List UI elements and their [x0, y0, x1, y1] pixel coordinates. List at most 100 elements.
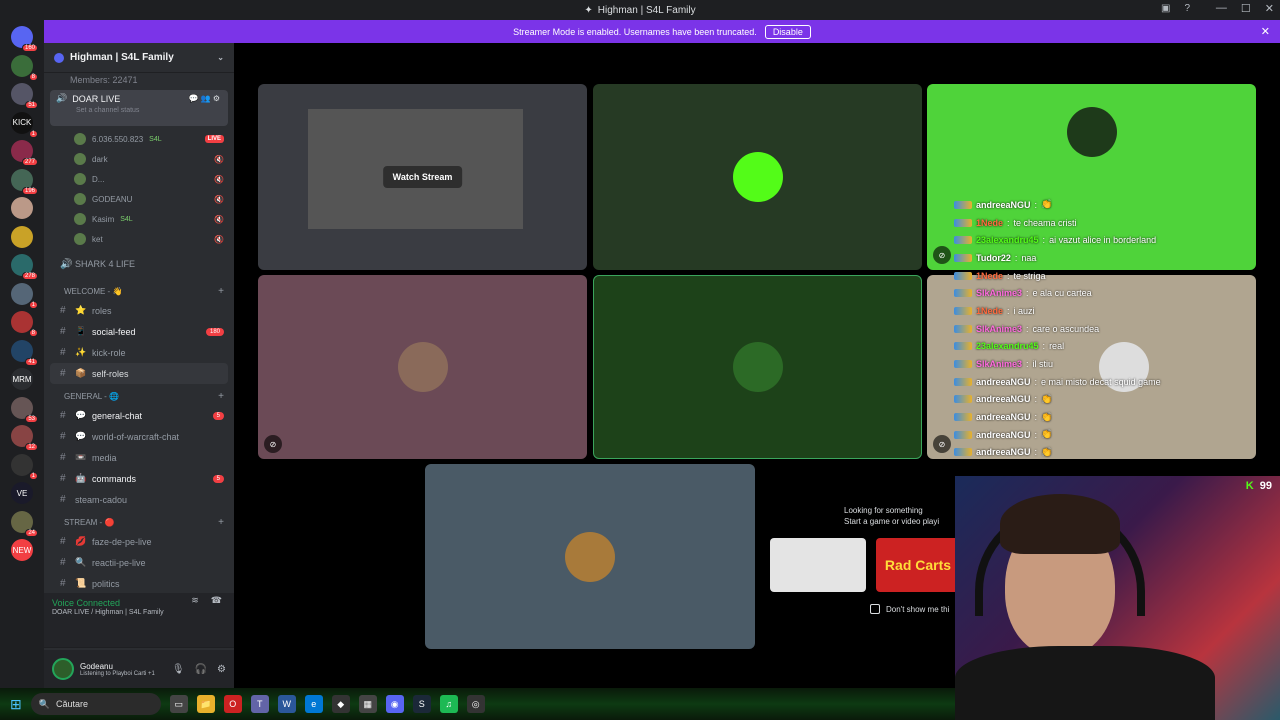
teams-icon[interactable]: T [250, 695, 269, 713]
voice-user[interactable]: Kasim S4L 🔇 [44, 209, 234, 229]
banner-text: Streamer Mode is enabled. Usernames have… [513, 26, 757, 37]
channel-media[interactable]: # 📼 media [44, 447, 234, 468]
channel-commands[interactable]: # 🤖 commands 5 [44, 468, 234, 489]
noise-suppression-icon[interactable]: ≋ [191, 595, 199, 606]
add-channel-icon[interactable]: + [218, 391, 224, 402]
channel-kick-role[interactable]: # ✨ kick-role [44, 342, 234, 363]
app-icon[interactable]: ◎ [466, 695, 485, 713]
store-icon[interactable]: ▦ [358, 695, 377, 713]
gear-icon[interactable]: ⚙ [217, 664, 226, 675]
server-icon[interactable] [11, 197, 33, 219]
voice-user[interactable]: dark 🔇 [44, 149, 234, 169]
steam-icon[interactable]: S [412, 695, 431, 713]
server-icon[interactable]: 277 [11, 140, 38, 166]
server-icon[interactable]: KICK 1 [11, 111, 38, 138]
avatar [1066, 107, 1117, 157]
channel-social-feed[interactable]: # 📱 social-feed 180 [44, 321, 234, 342]
voice-user[interactable]: D... 🔇 [44, 169, 234, 189]
server-icon[interactable]: 1 [11, 453, 38, 480]
chat-username: Tudor22 [976, 252, 1011, 263]
muted-icon: ⊘ [264, 435, 282, 453]
maximize-button[interactable]: ☐ [1241, 2, 1251, 15]
participant-tile[interactable] [425, 464, 755, 649]
channel-name: social-feed [92, 326, 136, 337]
server-icon[interactable]: 278 [11, 254, 38, 280]
server-icon[interactable]: 196 [11, 168, 38, 195]
server-icon[interactable]: 41 [11, 339, 38, 366]
channel-name: faze-de-pe-live [92, 536, 152, 547]
chevron-down-icon[interactable]: ⌄ [217, 53, 224, 62]
server-icon[interactable]: NEW [11, 539, 33, 561]
task-view-icon[interactable]: ▭ [169, 695, 188, 713]
avatar[interactable] [52, 658, 74, 680]
participant-tile[interactable]: ⊘ [258, 275, 587, 459]
channel-self-roles[interactable]: # 📦 self-roles [50, 363, 228, 384]
channel-world-of-warcraft-chat[interactable]: # 💬 world-of-warcraft-chat [44, 426, 234, 447]
taskbar-search[interactable]: 🔍 Căutare [30, 693, 161, 715]
game-thumbnail[interactable]: Rad Carts [876, 538, 960, 592]
hash-icon: # [60, 557, 66, 568]
participant-tile[interactable] [593, 84, 922, 270]
server-icon[interactable]: 8 [11, 311, 38, 337]
close-button[interactable]: ✕ [1265, 2, 1274, 15]
channel-general-chat[interactable]: # 💬 general-chat 5 [44, 405, 234, 426]
category-welcome[interactable]: WELCOME - 👋 + [44, 279, 234, 300]
watch-stream-button[interactable]: Watch Stream [382, 166, 463, 188]
voice-connected-sub[interactable]: DOAR LIVE / Highman | S4L Family [44, 608, 234, 616]
microphone-icon[interactable]: 🎙 [172, 664, 185, 675]
close-banner-icon[interactable]: ✕ [1261, 25, 1270, 38]
discord-taskbar-icon[interactable]: ◉ [385, 695, 404, 713]
edge-icon[interactable]: e [304, 695, 323, 713]
channel-roles[interactable]: # ⭐ roles [44, 300, 234, 321]
chat-badges [954, 395, 972, 404]
server-icon[interactable]: 1 [11, 282, 38, 309]
server-icon[interactable] [11, 225, 33, 248]
windows-taskbar: ⊞ 🔍 Căutare ▭ 📁 O T W e ◆ ▦ ◉ S ♫ ◎ [0, 688, 955, 720]
voice-channel-shark[interactable]: 🔊 SHARK 4 LIFE [44, 249, 234, 279]
headphones-icon[interactable]: 🎧 [195, 664, 207, 675]
add-channel-icon[interactable]: + [218, 517, 224, 528]
server-icon[interactable]: 24 [11, 510, 38, 537]
participant-tile-speaking[interactable] [593, 275, 922, 459]
channel-reactii-pe-live[interactable]: # 🔍 reactii-pe-live [44, 552, 234, 573]
file-explorer-icon[interactable]: 📁 [196, 695, 215, 713]
server-icon[interactable]: 8 [11, 54, 38, 81]
speaker-icon: 🔊 [60, 258, 73, 270]
disable-button[interactable]: Disable [764, 24, 811, 39]
opera-icon[interactable]: O [223, 695, 242, 713]
channel-status[interactable]: Set a channel status [76, 107, 222, 114]
game-thumbnail[interactable] [770, 538, 866, 592]
disconnect-icon[interactable]: ☎ [211, 595, 222, 606]
add-channel-icon[interactable]: + [218, 286, 224, 297]
server-icon[interactable]: VE [11, 482, 33, 504]
minimize-button[interactable]: — [1216, 2, 1227, 15]
server-icon[interactable]: 12 [11, 425, 38, 451]
voice-channel-doar-live[interactable]: 🔊 DOAR LIVE 💬👥⚙ Set a channel status [50, 90, 228, 126]
voice-user[interactable]: ket 🔇 [44, 229, 234, 249]
channel-faze-de-pe-live[interactable]: # 💋 faze-de-pe-live [44, 531, 234, 552]
inbox-icon[interactable]: ▣ [1161, 3, 1170, 14]
chat-text: care o ascundea [1032, 323, 1100, 334]
server-icon[interactable]: 53 [11, 396, 38, 423]
server-icon[interactable]: 160 [11, 26, 38, 52]
help-icon[interactable]: ? [1184, 3, 1190, 14]
channel-politics[interactable]: # 📜 politics [44, 573, 234, 594]
word-icon[interactable]: W [277, 695, 296, 713]
spotify-icon[interactable]: ♫ [439, 695, 458, 713]
voice-user[interactable]: GODEANU 🔇 [44, 189, 234, 209]
channel-action-icons[interactable]: 💬👥⚙ [189, 94, 222, 103]
stream-tile[interactable]: Watch Stream [258, 84, 587, 270]
chat-separator: : [1034, 394, 1038, 405]
category-general[interactable]: GENERAL - 🌐 + [44, 384, 234, 405]
windows-start-icon[interactable]: ⊞ [10, 696, 22, 713]
server-icon[interactable]: MRM [11, 368, 33, 390]
category-stream[interactable]: STREAM - 🔴 + [44, 510, 234, 531]
chat-username: andreeaNGU [976, 376, 1031, 387]
guild-header[interactable]: Highman | S4L Family ⌄ [44, 43, 234, 73]
dont-show-checkbox[interactable] [870, 604, 880, 614]
channel-steam-cadou[interactable]: # steam-cadou [44, 489, 234, 510]
app-icon[interactable]: ◆ [331, 695, 350, 713]
voice-user[interactable]: 6.036.550.823 S4L LIVE [44, 129, 234, 149]
stream-chat-overlay: andreeaNGU: 👏 1Nede: te cheama cristi 23alex… [954, 196, 1264, 476]
server-icon[interactable]: 51 [11, 83, 38, 109]
